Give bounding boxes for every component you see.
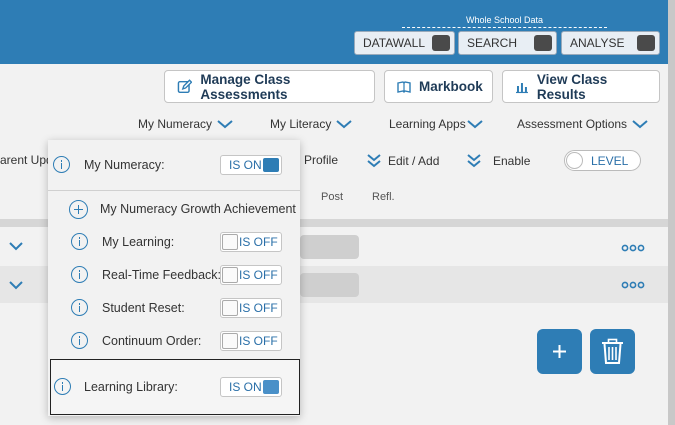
chevron-down-icon: [632, 120, 648, 129]
profile-label: Profile: [304, 153, 339, 167]
view-class-results-label: View Class Results: [536, 71, 608, 102]
nav-learning-apps-label: Learning Apps: [389, 117, 466, 131]
continuum-order-toggle-state: IS OFF: [239, 334, 278, 348]
my-learning-label: My Learning:: [102, 235, 175, 249]
nav-my-literacy[interactable]: My Literacy: [270, 117, 353, 131]
my-numeracy-setting-label: My Numeracy:: [84, 158, 165, 172]
enable-item[interactable]: Enable: [466, 153, 530, 169]
double-chevron-down-icon: [467, 154, 481, 168]
student-reset-label: Student Reset:: [102, 301, 185, 315]
column-header-refl: Refl.: [372, 191, 395, 203]
analyse-toggle[interactable]: ANALYSE: [561, 31, 660, 55]
info-icon[interactable]: [71, 233, 88, 250]
continuum-order-toggle[interactable]: IS OFF: [220, 331, 282, 351]
learning-library-toggle-state: IS ON: [229, 380, 262, 394]
add-button[interactable]: [537, 329, 582, 374]
search-label: SEARCH: [467, 36, 518, 50]
nav-assessment-options-label: Assessment Options: [517, 117, 628, 131]
popup-divider: [48, 190, 300, 191]
markbook-label: Markbook: [419, 79, 483, 94]
learning-library-label: Learning Library:: [84, 380, 178, 394]
whole-school-divider: [402, 27, 607, 28]
trash-icon: [602, 338, 623, 364]
chevron-down-icon: [336, 120, 353, 129]
my-learning-toggle[interactable]: IS OFF: [220, 232, 282, 252]
growth-achievement-label: My Numeracy Growth Achievement: [100, 202, 296, 216]
datawall-switch[interactable]: [432, 35, 450, 51]
datawall-label: DATAWALL: [363, 36, 426, 50]
manage-class-assessments-button[interactable]: Manage Class Assessments: [164, 70, 375, 103]
my-numeracy-toggle-state: IS ON: [229, 158, 262, 172]
continuum-order-label: Continuum Order:: [102, 334, 202, 348]
analyse-label: ANALYSE: [570, 36, 625, 50]
add-circle-icon[interactable]: [69, 200, 88, 219]
toggle-knob: [263, 158, 279, 172]
row-progress-bar: [300, 235, 359, 259]
edit-icon: [177, 78, 193, 93]
bar-chart-icon: [515, 82, 528, 93]
real-time-feedback-toggle[interactable]: IS OFF: [220, 265, 282, 285]
numeracy-settings-popup: My Numeracy: IS ON My Numeracy Growth Ac…: [48, 140, 300, 416]
chevron-down-icon[interactable]: [9, 280, 23, 290]
info-icon[interactable]: [71, 266, 88, 283]
toggle-knob: [222, 300, 238, 316]
delete-button[interactable]: [590, 329, 635, 374]
search-switch[interactable]: [534, 35, 552, 51]
student-reset-toggle[interactable]: IS OFF: [220, 298, 282, 318]
chevron-down-icon: [467, 120, 483, 129]
my-numeracy-setting: My Numeracy: IS ON: [48, 153, 300, 177]
toggle-knob: [263, 380, 279, 394]
edit-add-label: Edit / Add: [388, 154, 440, 168]
enable-label: Enable: [493, 154, 531, 168]
toggle-knob: [222, 267, 238, 283]
nav-my-numeracy[interactable]: My Numeracy: [138, 117, 233, 131]
analyse-switch[interactable]: [637, 35, 655, 51]
learning-library-setting: Learning Library: IS ON: [50, 359, 300, 415]
column-header-post: Post: [321, 191, 344, 203]
double-chevron-down-icon: [367, 154, 381, 168]
my-learning-toggle-state: IS OFF: [239, 235, 278, 249]
nav-my-literacy-label: My Literacy: [270, 117, 332, 131]
parent-update-label: arent Upd: [0, 153, 53, 167]
whole-school-data-label: Whole School Data: [465, 15, 544, 25]
datawall-toggle[interactable]: DATAWALL: [354, 31, 455, 55]
continuum-order-setting: Continuum Order: IS OFF: [48, 330, 300, 352]
level-label: LEVEL: [591, 154, 629, 168]
growth-achievement-item[interactable]: My Numeracy Growth Achievement: [48, 198, 300, 220]
my-learning-setting: My Learning: IS OFF: [48, 231, 300, 253]
parent-update-item[interactable]: arent Upd: [0, 153, 53, 167]
real-time-feedback-label: Real-Time Feedback:: [102, 268, 222, 282]
manage-class-assessments-label: Manage Class Assessments: [200, 71, 291, 102]
real-time-feedback-toggle-state: IS OFF: [239, 268, 278, 282]
edit-add-item[interactable]: Edit / Add: [366, 153, 439, 169]
book-icon: [397, 80, 411, 93]
info-icon[interactable]: [71, 332, 88, 349]
more-options-icon[interactable]: [621, 281, 645, 289]
chevron-down-icon: [217, 120, 233, 129]
more-options-icon[interactable]: [621, 244, 645, 252]
info-icon[interactable]: [54, 378, 71, 395]
row-progress-bar: [300, 273, 359, 297]
toggle-knob: [222, 333, 238, 349]
level-toggle-knob: [566, 152, 583, 169]
toggle-knob: [222, 234, 238, 250]
scrollbar[interactable]: [668, 0, 675, 425]
search-toggle[interactable]: SEARCH: [458, 31, 557, 55]
profile-item[interactable]: Profile: [304, 153, 338, 167]
level-toggle[interactable]: LEVEL: [564, 150, 641, 171]
nav-learning-apps[interactable]: Learning Apps: [389, 117, 483, 131]
my-numeracy-toggle[interactable]: IS ON: [220, 155, 282, 175]
nav-assessment-options[interactable]: Assessment Options: [517, 117, 648, 131]
nav-my-numeracy-label: My Numeracy: [138, 117, 213, 131]
learning-library-toggle[interactable]: IS ON: [220, 377, 282, 397]
student-reset-toggle-state: IS OFF: [239, 301, 278, 315]
chevron-down-icon[interactable]: [9, 241, 23, 251]
markbook-button[interactable]: Markbook: [384, 70, 493, 103]
plus-icon: [553, 345, 566, 358]
info-icon[interactable]: [71, 299, 88, 316]
real-time-feedback-setting: Real-Time Feedback: IS OFF: [48, 264, 300, 286]
student-reset-setting: Student Reset: IS OFF: [48, 297, 300, 319]
info-icon[interactable]: [53, 156, 70, 173]
view-class-results-button[interactable]: View Class Results: [502, 70, 660, 103]
